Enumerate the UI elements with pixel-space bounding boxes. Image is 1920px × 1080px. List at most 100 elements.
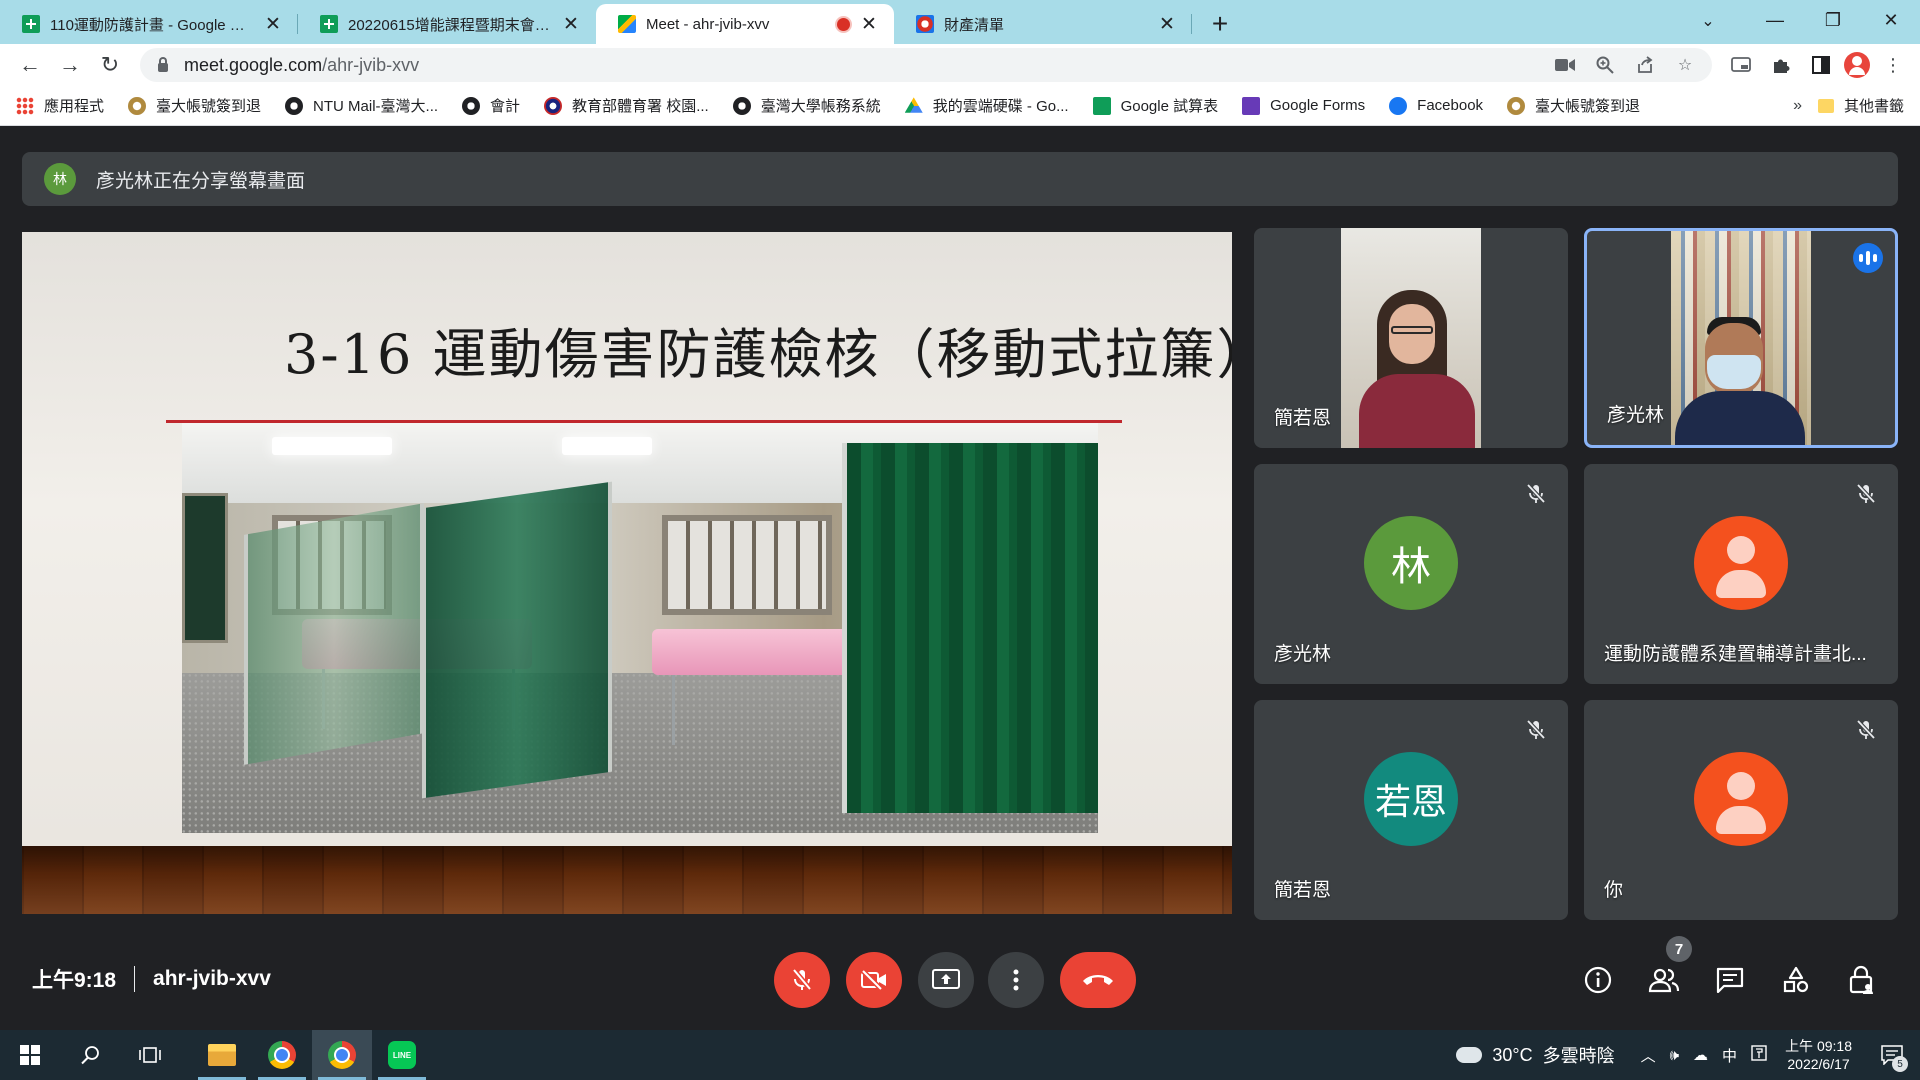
window-close-icon[interactable]: ✕: [1862, 0, 1920, 40]
people-button[interactable]: [1640, 956, 1688, 1004]
start-button[interactable]: [0, 1030, 60, 1080]
bookmark-ntu-mail[interactable]: NTU Mail-臺灣大...: [285, 95, 438, 116]
mic-toggle-button[interactable]: [774, 952, 830, 1008]
tab-sheets-signin[interactable]: 20220615增能課程暨期末會議簽到 ✕: [298, 4, 596, 44]
search-button[interactable]: [60, 1030, 120, 1080]
cloudy-weather-icon: [1456, 1041, 1483, 1063]
tab-search-chevron-icon[interactable]: ⌄: [1694, 8, 1722, 34]
bookmark-google-forms[interactable]: Google Forms: [1242, 96, 1365, 115]
mic-off-icon: [1522, 480, 1550, 508]
bookmark-ntu-finance[interactable]: 臺灣大學帳務系統: [732, 95, 881, 116]
participant-tile[interactable]: 運動防護體系建置輔導計畫北...: [1584, 464, 1898, 684]
ime-mode-icon[interactable]: [1751, 1045, 1767, 1065]
bookmark-label: 應用程式: [44, 98, 105, 115]
url-host: meet.google.com: [184, 54, 323, 75]
bookmark-ntu-signin[interactable]: 臺大帳號簽到退: [128, 95, 261, 116]
meeting-details-button[interactable]: [1574, 956, 1622, 1004]
taskbar-file-explorer[interactable]: [192, 1030, 252, 1080]
onedrive-cloud-icon[interactable]: ☁: [1693, 1046, 1708, 1064]
sheets-icon: [1092, 96, 1111, 115]
close-icon[interactable]: ✕: [858, 13, 880, 35]
bookmarks-overflow-icon[interactable]: »: [1793, 97, 1802, 115]
shared-screen[interactable]: 3-16 運動傷害防護檢核（移動式拉簾）: [22, 232, 1232, 914]
participant-name: 你: [1604, 880, 1624, 901]
forward-arrow-icon[interactable]: →: [50, 47, 90, 83]
participant-tile-speaking[interactable]: 彥光林: [1584, 228, 1898, 448]
hang-up-icon: [1083, 975, 1113, 985]
seal-icon: [128, 96, 147, 115]
facebook-icon: [1389, 96, 1408, 115]
tab-meet[interactable]: Meet - ahr-jvib-xvv ✕: [596, 4, 894, 44]
bookmark-google-sheets[interactable]: Google 試算表: [1092, 95, 1218, 116]
bookmark-other-folder[interactable]: 其他書籤: [1817, 95, 1904, 116]
weather-widget[interactable]: 30°C 多雲時陰: [1456, 1041, 1615, 1068]
participant-tile[interactable]: 林 彥光林: [1254, 464, 1568, 684]
leave-call-button[interactable]: [1060, 952, 1136, 1008]
activities-button[interactable]: [1772, 956, 1820, 1004]
bookmarks-bar: 應用程式 臺大帳號簽到退 NTU Mail-臺灣大... 會計 教育部體育署 校…: [0, 86, 1920, 126]
tab-property-list[interactable]: 財產清單 ✕: [894, 4, 1192, 44]
camera-icon[interactable]: [1552, 52, 1578, 78]
participant-avatar: 若恩: [1364, 752, 1458, 846]
bookmark-star-icon[interactable]: ☆: [1672, 52, 1698, 78]
present-screen-button[interactable]: [918, 952, 974, 1008]
chevron-up-icon[interactable]: ︿: [1641, 1045, 1656, 1066]
notification-center-button[interactable]: 5: [1872, 1030, 1912, 1080]
extensions-puzzle-icon[interactable]: [1764, 48, 1798, 82]
volume-icon[interactable]: 🕪: [1670, 1047, 1679, 1064]
bookmark-accounting[interactable]: 會計: [462, 95, 520, 116]
minimize-icon[interactable]: —: [1746, 0, 1804, 40]
more-options-button[interactable]: [988, 952, 1044, 1008]
video-face-mask: [1707, 355, 1761, 389]
mic-off-icon: [1852, 716, 1880, 744]
close-icon[interactable]: ✕: [560, 13, 582, 35]
drive-icon: [904, 97, 923, 113]
host-controls-button[interactable]: [1838, 956, 1886, 1004]
bookmark-sports-admin[interactable]: 教育部體育署 校園...: [544, 95, 709, 116]
system-tray: 30°C 多雲時陰 ︿ 🕪 ☁ 中 上午 09:18 2022/6/17 5: [1456, 1030, 1920, 1080]
participant-name: 彥光林: [1607, 405, 1665, 426]
close-icon[interactable]: ✕: [1156, 13, 1178, 35]
side-panel-icon[interactable]: [1804, 48, 1838, 82]
zoom-icon[interactable]: [1592, 52, 1618, 78]
photo-mobile-curtain: [422, 481, 612, 799]
participant-tile-self[interactable]: 你: [1584, 700, 1898, 920]
photo-notice-board: [182, 493, 228, 643]
window-controls: — ❐ ✕: [1746, 0, 1920, 40]
task-view-button[interactable]: [120, 1030, 180, 1080]
share-icon[interactable]: [1632, 52, 1658, 78]
bookmark-ntu-signin-2[interactable]: 臺大帳號簽到退: [1507, 95, 1640, 116]
camera-toggle-button[interactable]: [846, 952, 902, 1008]
activities-shapes-icon: [1783, 966, 1809, 993]
restore-icon[interactable]: ❐: [1804, 0, 1862, 40]
profile-avatar[interactable]: [1844, 52, 1870, 78]
participant-tile[interactable]: 簡若恩: [1254, 228, 1568, 448]
bookmark-label: 其他書籤: [1843, 98, 1904, 115]
menu-kebab-icon[interactable]: ⋮: [1876, 48, 1910, 82]
new-tab-button[interactable]: +: [1202, 6, 1238, 42]
participant-video: [1341, 228, 1481, 448]
bookmark-apps[interactable]: 應用程式: [16, 95, 104, 116]
taskbar-chrome-1[interactable]: [252, 1030, 312, 1080]
photo-fixed-curtain: [842, 443, 1098, 813]
meet-stage: 林 彥光林正在分享螢幕畫面 3-16 運動傷害防護檢核（移動式拉簾） 簡若恩 彥…: [0, 126, 1920, 1030]
notification-count-badge: 5: [1892, 1056, 1908, 1072]
cast-icon[interactable]: [1724, 48, 1758, 82]
tab-sheets-plan[interactable]: 110運動防護計畫 - Google 試算表 ✕: [0, 4, 298, 44]
participant-tile[interactable]: 若恩 簡若恩: [1254, 700, 1568, 920]
close-icon[interactable]: ✕: [262, 13, 284, 35]
photo-bed: [652, 629, 852, 675]
ime-indicator[interactable]: 中: [1722, 1045, 1737, 1066]
participant-video: [1671, 231, 1811, 445]
address-bar[interactable]: meet.google.com/ahr-jvib-xvv ☆: [140, 48, 1712, 82]
taskbar-chrome-2[interactable]: [312, 1030, 372, 1080]
video-face: [1389, 304, 1435, 364]
taskbar-clock[interactable]: 上午 09:18 2022/6/17: [1785, 1037, 1852, 1073]
bookmark-facebook[interactable]: Facebook: [1389, 96, 1483, 115]
taskbar-line[interactable]: LINE: [372, 1030, 432, 1080]
weather-text: 多雲時陰: [1542, 1046, 1615, 1066]
back-arrow-icon[interactable]: ←: [10, 47, 50, 83]
bookmark-google-drive[interactable]: 我的雲端硬碟 - Go...: [904, 95, 1069, 116]
reload-icon[interactable]: ↻: [90, 47, 130, 83]
chat-button[interactable]: [1706, 956, 1754, 1004]
